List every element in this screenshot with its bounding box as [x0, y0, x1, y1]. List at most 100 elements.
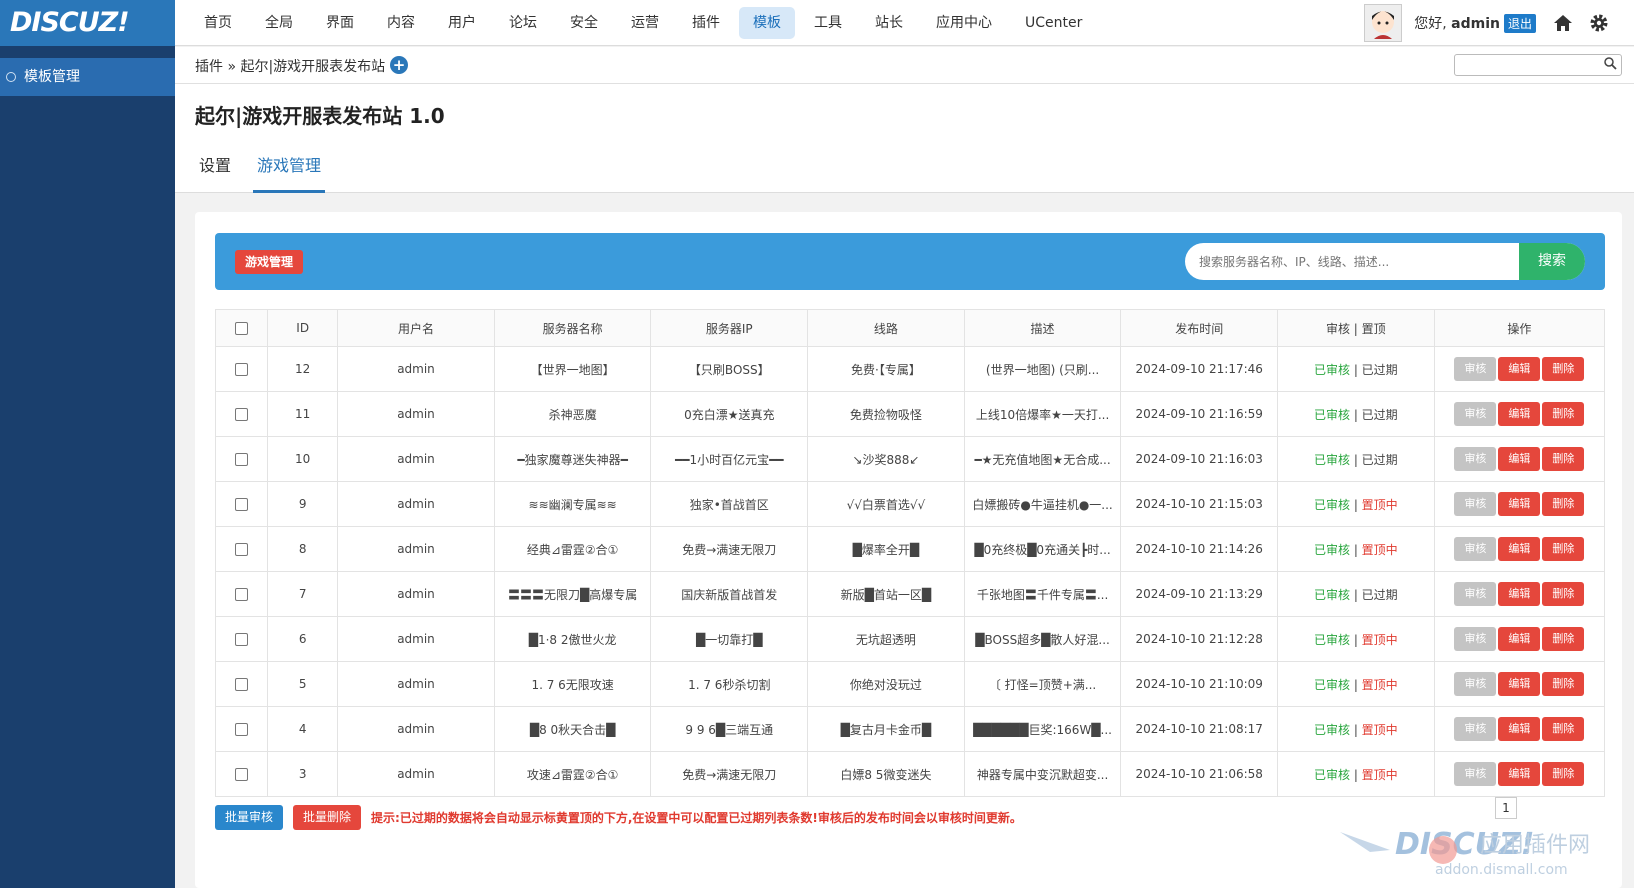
nav-item-4[interactable]: 用户 — [434, 7, 490, 39]
review-button[interactable]: 审核 — [1454, 582, 1497, 606]
row-checkbox[interactable] — [235, 408, 249, 421]
review-button[interactable]: 审核 — [1454, 447, 1497, 471]
nav-item-13[interactable]: UCenter — [1011, 7, 1096, 39]
edit-button[interactable]: 编辑 — [1498, 537, 1541, 561]
row-checkbox[interactable] — [235, 363, 249, 376]
nav-item-8[interactable]: 插件 — [678, 7, 734, 39]
review-button[interactable]: 审核 — [1454, 717, 1497, 741]
review-status: 已审核 — [1313, 767, 1350, 782]
review-button[interactable]: 审核 — [1454, 402, 1497, 426]
nav-item-11[interactable]: 站长 — [861, 7, 917, 39]
row-checkbox[interactable] — [235, 498, 249, 511]
row-checkbox[interactable] — [235, 588, 249, 601]
table-row: 6 admin █1·8 2傲世火龙 █一切靠打█ 无坑超透明 █BOSS超多█散人好混.… — [214, 616, 1606, 662]
edit-button[interactable]: 编辑 — [1498, 672, 1541, 696]
review-status: 已审核 — [1313, 497, 1350, 512]
breadcrumb[interactable]: 插件 » 起尔|游戏开服表发布站 — [195, 56, 385, 76]
review-button[interactable]: 审核 — [1454, 672, 1497, 696]
top-status: 已过期 — [1361, 587, 1398, 602]
edit-button[interactable]: 编辑 — [1498, 627, 1541, 651]
tip-text: 提示:已过期的数据将会自动显示标黄置顶的下方,在设置中可以配置已过期列表条数!审… — [371, 811, 1022, 825]
edit-button[interactable]: 编辑 — [1498, 357, 1541, 381]
page-title: 起尔|游戏开服表发布站 1.0 — [195, 104, 445, 128]
page-number[interactable]: 1 — [1495, 797, 1517, 819]
status-separator: | — [1350, 587, 1362, 602]
nav-item-5[interactable]: 论坛 — [495, 7, 551, 39]
col-username: 用户名 — [337, 309, 495, 347]
row-checkbox[interactable] — [235, 543, 249, 556]
row-checkbox[interactable] — [235, 453, 249, 466]
nav-item-0[interactable]: 首页 — [190, 7, 246, 39]
batch-delete-button[interactable]: 批量删除 — [293, 805, 362, 830]
avatar[interactable] — [1364, 4, 1403, 42]
edit-button[interactable]: 编辑 — [1498, 762, 1541, 786]
edit-button[interactable]: 编辑 — [1498, 717, 1541, 741]
review-button[interactable]: 审核 — [1454, 492, 1497, 516]
cell-publish-time: 2024-09-10 21:17:46 — [1120, 346, 1279, 392]
nav-item-12[interactable]: 应用中心 — [922, 7, 1006, 39]
edit-button[interactable]: 编辑 — [1498, 582, 1541, 606]
add-shortcut-icon[interactable]: + — [390, 56, 408, 74]
nav-item-7[interactable]: 运营 — [617, 7, 673, 39]
review-button[interactable]: 审核 — [1454, 762, 1497, 786]
content-card: 游戏管理 搜索 ID 用户名 服务器名称 服务器IP 线路 描述 发布时间 审核… — [195, 212, 1622, 888]
discuz-logo[interactable]: DISCUZ! — [0, 0, 175, 46]
row-checkbox[interactable] — [235, 768, 249, 781]
delete-button[interactable]: 删除 — [1542, 447, 1585, 471]
delete-button[interactable]: 删除 — [1542, 717, 1585, 741]
select-all-checkbox[interactable] — [235, 322, 249, 335]
server-search-input[interactable] — [1185, 243, 1519, 280]
delete-button[interactable]: 删除 — [1542, 357, 1585, 381]
menu-search-input[interactable] — [1454, 54, 1622, 76]
edit-button[interactable]: 编辑 — [1498, 402, 1541, 426]
review-button[interactable]: 审核 — [1454, 537, 1497, 561]
row-checkbox[interactable] — [235, 723, 249, 736]
nav-item-9[interactable]: 模板 — [739, 7, 795, 39]
review-status: 已审核 — [1313, 452, 1350, 467]
search-icon[interactable] — [1603, 56, 1617, 74]
delete-button[interactable]: 删除 — [1542, 402, 1585, 426]
nav-item-2[interactable]: 界面 — [312, 7, 368, 39]
edit-button[interactable]: 编辑 — [1498, 492, 1541, 516]
sidebar-item-label: 模板管理 — [24, 69, 80, 85]
delete-button[interactable]: 删除 — [1542, 762, 1585, 786]
cell-publish-time: 2024-10-10 21:12:28 — [1120, 616, 1279, 662]
logout-button[interactable]: 退出 — [1503, 13, 1536, 33]
delete-button[interactable]: 删除 — [1542, 582, 1585, 606]
review-status: 已审核 — [1313, 362, 1350, 377]
delete-button[interactable]: 删除 — [1542, 627, 1585, 651]
top-status: 已过期 — [1361, 362, 1398, 377]
nav-item-6[interactable]: 安全 — [556, 7, 612, 39]
delete-button[interactable]: 删除 — [1542, 672, 1585, 696]
nav-item-3[interactable]: 内容 — [373, 7, 429, 39]
review-button[interactable]: 审核 — [1454, 627, 1497, 651]
review-status: 已审核 — [1313, 632, 1350, 647]
tab-settings[interactable]: 设置 — [195, 147, 235, 193]
sidebar-item-template-manage[interactable]: 模板管理 — [0, 58, 175, 96]
batch-review-button[interactable]: 批量审核 — [215, 805, 284, 830]
cell-id: 6 — [267, 616, 339, 662]
delete-button[interactable]: 删除 — [1542, 492, 1585, 516]
row-select-cell — [214, 526, 269, 572]
row-checkbox[interactable] — [235, 678, 249, 691]
cell-line: 免费·【专属】 — [807, 346, 965, 392]
game-manage-badge[interactable]: 游戏管理 — [235, 250, 304, 274]
review-button[interactable]: 审核 — [1454, 357, 1497, 381]
cell-actions: 审核 编辑 删除 — [1433, 616, 1606, 662]
table-row: 3 admin 攻速⊿雷霆②合① 免费→满速无限刀 白嫖8 5微变迷失 神器专属中变沉默超… — [214, 751, 1606, 797]
delete-button[interactable]: 删除 — [1542, 537, 1585, 561]
cell-id: 4 — [267, 706, 339, 752]
gear-icon[interactable] — [1588, 12, 1610, 34]
cell-line: √√白票首选√√ — [807, 481, 965, 527]
cell-server-name: ━独家魔尊迷失神器━ — [493, 436, 652, 482]
nav-item-10[interactable]: 工具 — [800, 7, 856, 39]
search-button[interactable]: 搜索 — [1519, 243, 1585, 280]
tab-game-manage[interactable]: 游戏管理 — [253, 147, 326, 193]
edit-button[interactable]: 编辑 — [1498, 447, 1541, 471]
cell-server-ip: 国庆新版首战首发 — [650, 571, 809, 617]
nav-item-1[interactable]: 全局 — [251, 7, 307, 39]
row-checkbox[interactable] — [235, 633, 249, 646]
home-icon[interactable] — [1552, 12, 1574, 34]
cell-actions: 审核 编辑 删除 — [1433, 751, 1606, 797]
cell-id: 8 — [267, 526, 339, 572]
